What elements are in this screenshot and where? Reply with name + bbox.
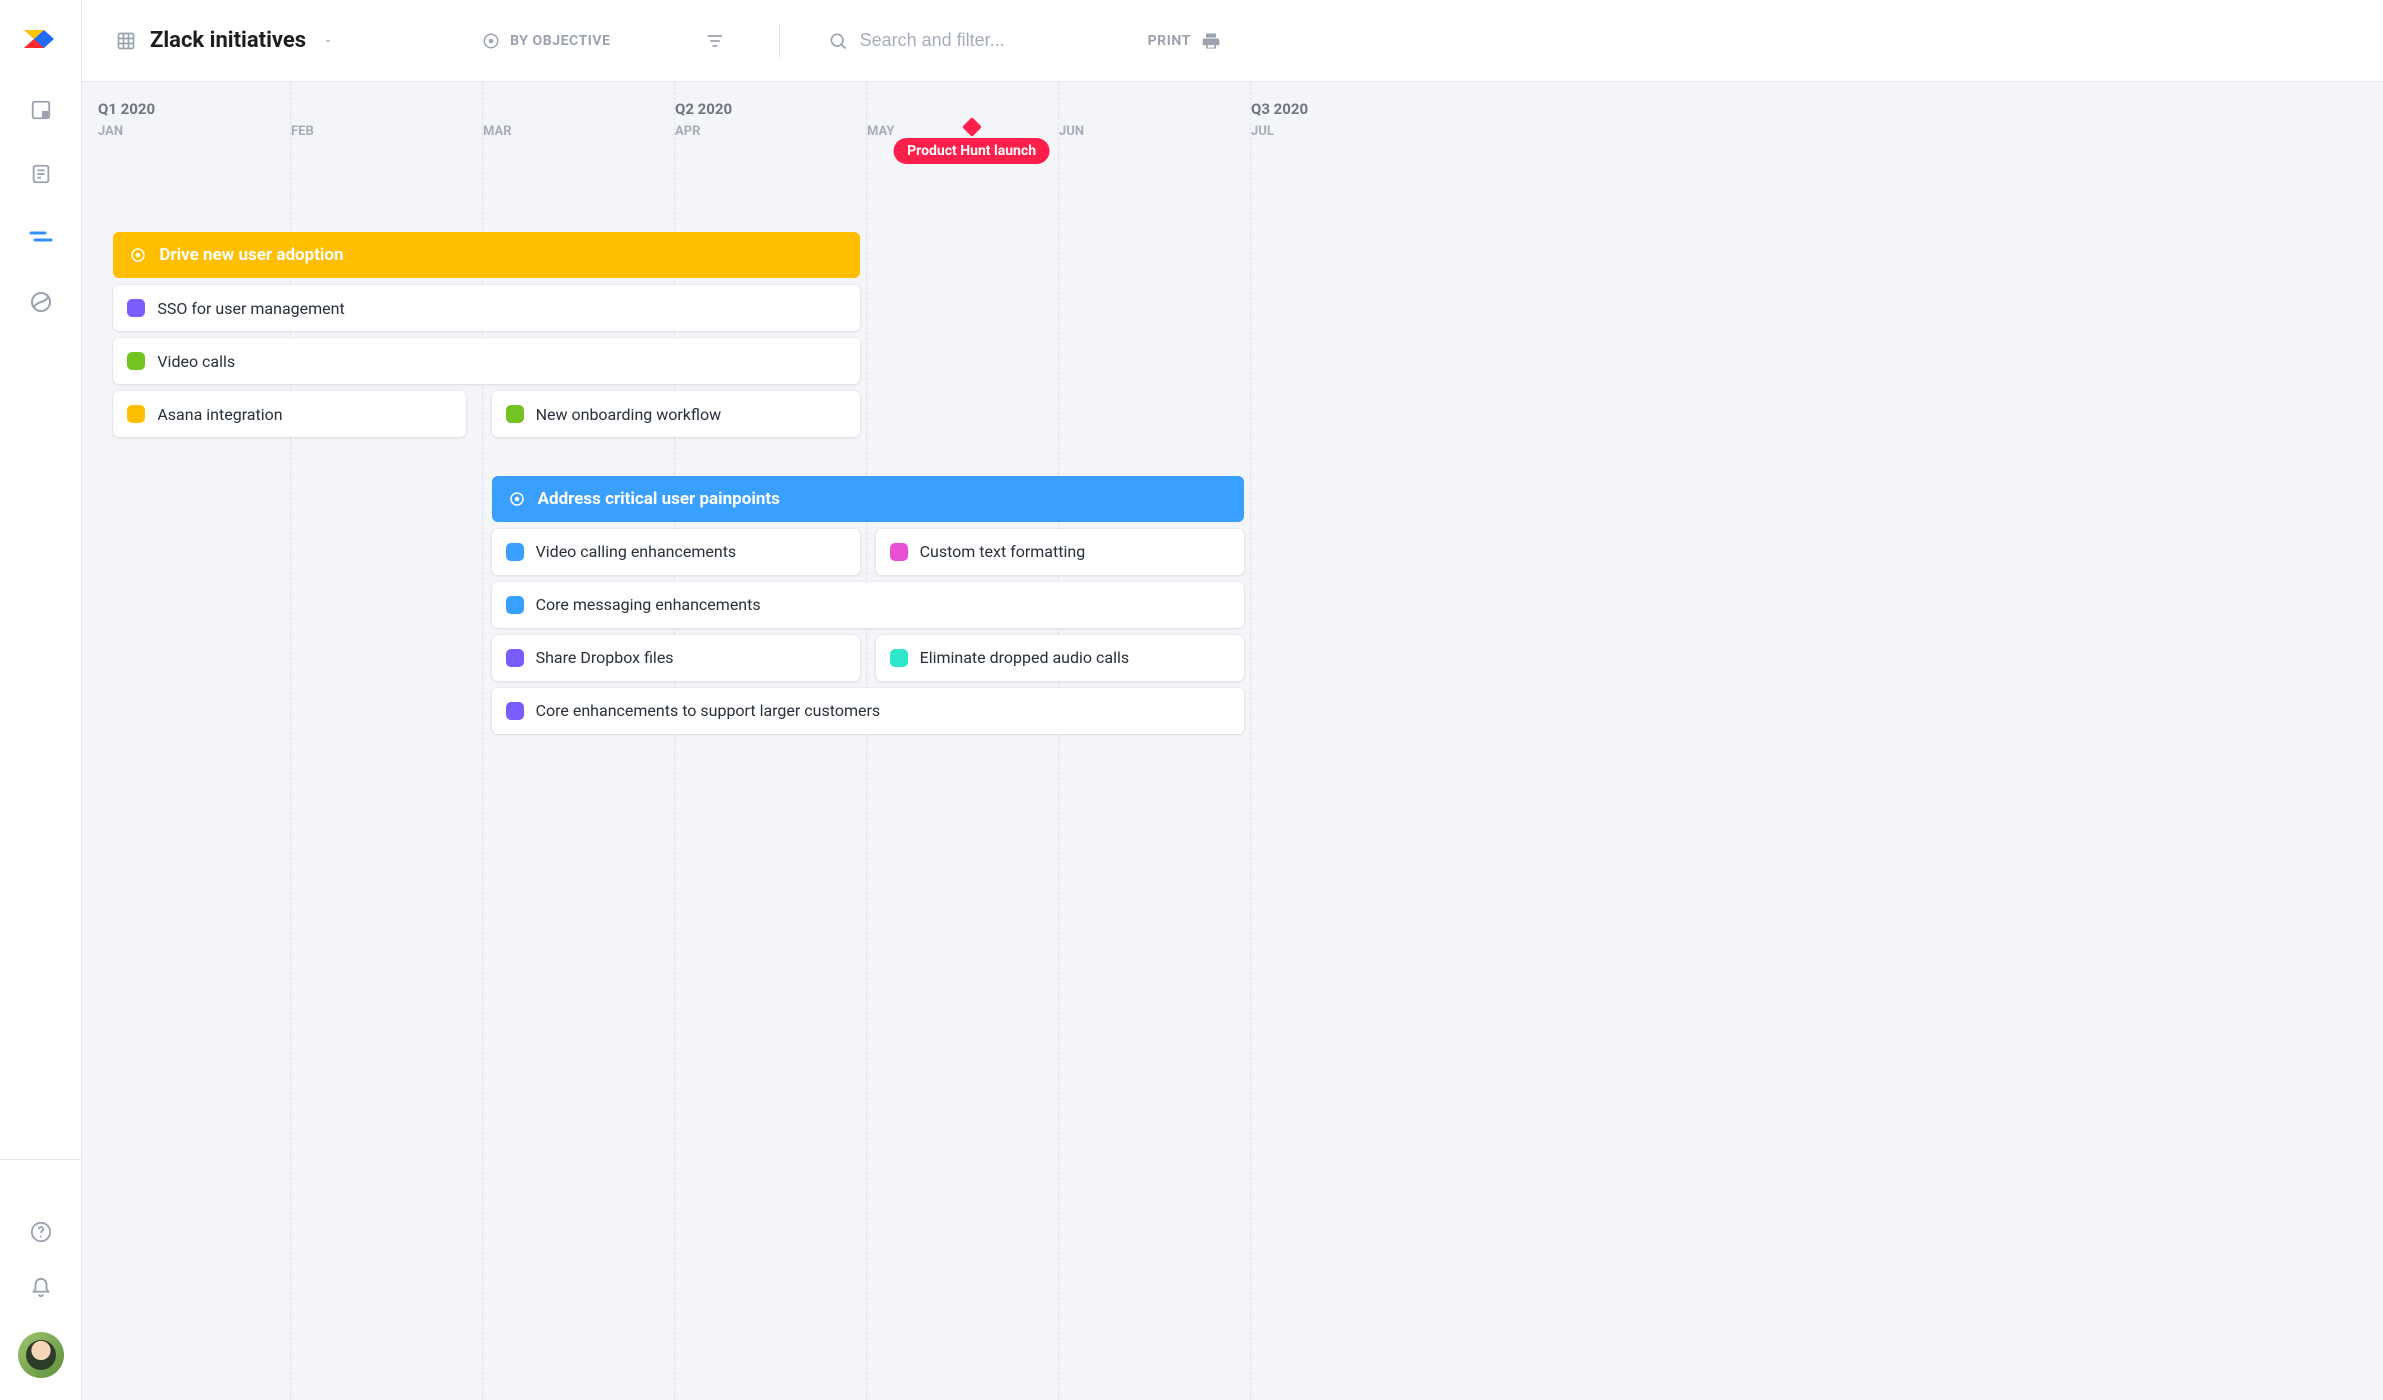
initiative-label: Video calls: [157, 352, 235, 371]
initiative-label: Core messaging enhancements: [536, 595, 761, 614]
month-label: JUN: [1059, 124, 1084, 139]
nav-doc-icon[interactable]: [29, 162, 53, 186]
month-label: JUL: [1251, 124, 1274, 139]
initiative-card[interactable]: SSO for user management: [113, 285, 860, 331]
target-icon: [482, 32, 500, 50]
color-chip: [506, 405, 524, 423]
search-icon: [828, 31, 848, 51]
initiative-card[interactable]: Video calls: [113, 338, 860, 384]
initiative-card[interactable]: New onboarding workflow: [492, 391, 860, 437]
print-button[interactable]: PRINT: [1148, 31, 1221, 51]
initiative-label: New onboarding workflow: [536, 405, 722, 424]
color-chip: [127, 299, 145, 317]
page-title-group[interactable]: Zlack initiatives: [116, 28, 334, 53]
rail-nav: [29, 98, 53, 314]
quarter-label: Q1 2020: [98, 100, 155, 118]
group-by-button[interactable]: BY OBJECTIVE: [482, 32, 610, 50]
initiative-label: Video calling enhancements: [536, 542, 737, 561]
color-chip: [127, 405, 145, 423]
month-label: MAR: [483, 124, 512, 139]
color-chip: [506, 596, 524, 614]
month-column: MAY: [866, 82, 1058, 1400]
nav-timeline-icon[interactable]: [29, 226, 53, 250]
print-label: PRINT: [1148, 33, 1191, 49]
filter-icon[interactable]: [705, 31, 725, 51]
month-column: Q2 2020 APR: [674, 82, 866, 1400]
initiative-card[interactable]: Custom text formatting: [876, 529, 1244, 575]
objective-title: Drive new user adoption: [159, 245, 343, 265]
notifications-icon[interactable]: [29, 1276, 53, 1300]
milestone-label[interactable]: Product Hunt launch: [893, 138, 1050, 164]
left-rail: [0, 0, 82, 1400]
target-icon: [129, 246, 147, 264]
print-icon: [1201, 31, 1221, 51]
divider: [779, 24, 780, 58]
initiative-card[interactable]: Video calling enhancements: [492, 529, 860, 575]
app-logo: [21, 22, 61, 56]
color-chip: [506, 649, 524, 667]
page-title: Zlack initiatives: [150, 28, 306, 53]
month-label: FEB: [291, 124, 314, 139]
nav-board-icon[interactable]: [29, 98, 53, 122]
objective-header[interactable]: Drive new user adoption: [113, 232, 860, 278]
search-group: [828, 30, 1120, 51]
user-avatar[interactable]: [18, 1332, 64, 1378]
initiative-card[interactable]: Asana integration: [113, 391, 466, 437]
nav-explore-icon[interactable]: [29, 290, 53, 314]
month-label: JAN: [98, 124, 123, 139]
initiative-label: SSO for user management: [157, 299, 344, 318]
timeline[interactable]: Q1 2020 JAN FEB MAR Q2 2020 APR MAY JUN Q3 2020 J…: [82, 82, 2383, 1400]
initiative-label: Asana integration: [157, 405, 282, 424]
objective-header[interactable]: Address critical user painpoints: [492, 476, 1244, 522]
initiative-card[interactable]: Share Dropbox files: [492, 635, 860, 681]
month-label: MAY: [867, 124, 894, 139]
group-by-label: BY OBJECTIVE: [510, 33, 610, 49]
color-chip: [890, 649, 908, 667]
quarter-label: Q3 2020: [1251, 100, 1308, 118]
help-icon[interactable]: [29, 1220, 53, 1244]
month-column: Q1 2020 JAN: [98, 82, 290, 1400]
month-label: APR: [675, 124, 700, 139]
month-column: JUN: [1058, 82, 1250, 1400]
initiative-card[interactable]: Eliminate dropped audio calls: [876, 635, 1244, 681]
color-chip: [506, 543, 524, 561]
initiative-label: Eliminate dropped audio calls: [920, 648, 1130, 667]
initiative-card[interactable]: Core messaging enhancements: [492, 582, 1244, 628]
initiative-label: Custom text formatting: [920, 542, 1086, 561]
initiative-card[interactable]: Core enhancements to support larger cust…: [492, 688, 1244, 734]
grid-icon: [116, 31, 136, 51]
page-header: Zlack initiatives BY OBJECTIVE: [82, 0, 2383, 82]
search-input[interactable]: [860, 30, 1120, 51]
color-chip: [890, 543, 908, 561]
color-chip: [127, 352, 145, 370]
month-column: MAR: [482, 82, 674, 1400]
month-column: Q3 2020 JUL: [1250, 82, 1442, 1400]
initiative-label: Core enhancements to support larger cust…: [536, 701, 881, 720]
rail-bottom: [0, 1159, 81, 1400]
target-icon: [508, 490, 526, 508]
month-column: FEB: [290, 82, 482, 1400]
chevron-down-icon: [322, 35, 334, 47]
objective-title: Address critical user painpoints: [538, 489, 780, 509]
color-chip: [506, 702, 524, 720]
quarter-label: Q2 2020: [675, 100, 732, 118]
initiative-label: Share Dropbox files: [536, 648, 674, 667]
